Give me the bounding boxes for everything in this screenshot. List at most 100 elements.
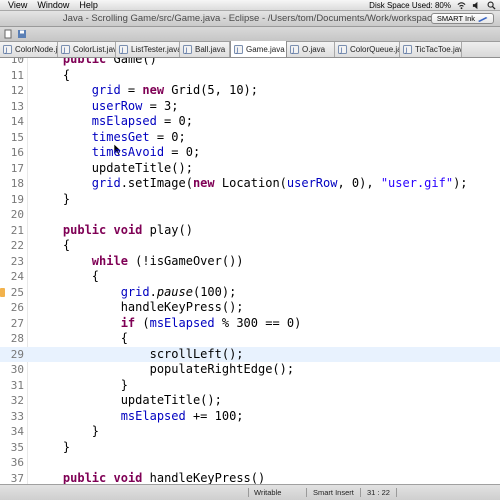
code-line[interactable]: 10 public Game()	[0, 58, 500, 68]
code-line[interactable]: 37 public void handleKeyPress()	[0, 471, 500, 485]
code-line[interactable]: 12 grid = new Grid(5, 10);	[0, 83, 500, 99]
code-token: updateTitle();	[34, 393, 222, 407]
line-number: 14	[10, 115, 24, 128]
tab-label: TicTacToe.java	[415, 45, 461, 54]
code-line[interactable]: 15 timesGet = 0;	[0, 130, 500, 146]
code-text: msElapsed = 0;	[34, 114, 193, 130]
code-token: {	[34, 269, 100, 283]
line-number: 32	[10, 394, 24, 407]
code-line[interactable]: 35 }	[0, 440, 500, 456]
wifi-icon[interactable]	[457, 1, 466, 10]
svg-text:J: J	[184, 46, 187, 54]
code-token: public	[62, 222, 107, 237]
code-line[interactable]: 21 public void play()	[0, 223, 500, 239]
code-line[interactable]: 11 {	[0, 68, 500, 84]
code-token: (100);	[192, 284, 237, 299]
code-line[interactable]: 18 grid.setImage(new Location(userRow, 0…	[0, 176, 500, 192]
tab-game[interactable]: JGame.java✕	[230, 41, 287, 57]
code-line[interactable]: 17 updateTitle();	[0, 161, 500, 177]
code-token: }	[34, 439, 71, 454]
java-file-icon: J	[403, 45, 412, 54]
code-token: {	[34, 331, 128, 345]
line-number: 37	[10, 471, 24, 485]
menu-view[interactable]: View	[0, 0, 32, 11]
code-line[interactable]: 30 populateRightEdge();	[0, 362, 500, 378]
code-text: }	[34, 378, 128, 394]
new-file-button[interactable]	[2, 29, 13, 40]
status-divider	[248, 488, 249, 497]
code-line[interactable]: 23 while (!isGameOver())	[0, 254, 500, 270]
svg-text:J: J	[235, 46, 238, 54]
line-number: 17	[10, 161, 24, 175]
code-line[interactable]: 29 scrollLeft();	[0, 346, 500, 363]
tab-colorlist[interactable]: J ColorList.java	[58, 42, 116, 57]
tab-o[interactable]: J O.java	[287, 42, 335, 57]
code-line[interactable]: 13 userRow = 3;	[0, 99, 500, 115]
tab-label: O.java	[302, 45, 326, 54]
line-number: 15	[10, 130, 24, 144]
code-text: msElapsed += 100;	[34, 409, 244, 425]
volume-icon[interactable]	[472, 1, 481, 10]
menu-tray: Disk Space Used: 80%	[369, 0, 500, 11]
code-line[interactable]: 34 }	[0, 424, 500, 440]
line-number: 30	[10, 363, 24, 376]
code-editor[interactable]: 10 public Game() 11 {12 grid = new Grid(5…	[0, 58, 500, 484]
line-number: 24	[10, 270, 24, 283]
code-line[interactable]: 14 msElapsed = 0;	[0, 114, 500, 130]
code-token: populateRightEdge();	[34, 362, 295, 376]
svg-text:J: J	[291, 46, 294, 54]
disk-space-indicator[interactable]: Disk Space Used: 80%	[369, 0, 451, 11]
code-line[interactable]: 22 {	[0, 238, 500, 254]
code-line[interactable]: 26 handleKeyPress();	[0, 300, 500, 316]
line-number: 13	[10, 99, 24, 113]
code-line[interactable]: 36	[0, 455, 500, 471]
java-file-icon: J	[183, 45, 192, 54]
code-token: timesAvoid	[91, 145, 165, 159]
code-line[interactable]: 27 if (msElapsed % 300 == 0)	[0, 316, 500, 332]
code-token: void	[113, 470, 143, 485]
code-line[interactable]: 19 }	[0, 192, 500, 208]
code-text: {	[34, 331, 128, 347]
tab-colorqueue[interactable]: J ColorQueue.java	[335, 42, 400, 57]
tab-label: ListTester.java	[131, 45, 180, 54]
java-file-icon: J	[234, 44, 243, 54]
code-token: }	[34, 377, 128, 392]
tab-colornode[interactable]: J ColorNode.java	[0, 42, 58, 57]
code-line[interactable]: 31 }	[0, 378, 500, 394]
code-line[interactable]: 16 timesAvoid = 0;	[0, 145, 500, 161]
code-text: while (!isGameOver())	[34, 254, 244, 270]
code-line[interactable]: 32 updateTitle();	[0, 393, 500, 409]
code-token: void	[113, 222, 143, 237]
code-token: Location(	[214, 176, 287, 190]
spotlight-icon[interactable]	[487, 1, 496, 10]
line-number: 36	[10, 456, 24, 469]
line-number: 21	[10, 223, 24, 237]
code-line[interactable]: 28 {	[0, 331, 500, 347]
code-text: public Game()	[34, 58, 157, 68]
tab-listtester[interactable]: J ListTester.java	[116, 42, 180, 57]
tab-label: Game.java	[246, 44, 285, 54]
code-text: scrollLeft();	[34, 347, 244, 363]
line-number: 25	[10, 285, 24, 299]
code-line[interactable]: 33 msElapsed += 100;	[0, 409, 500, 425]
line-number: 28	[10, 332, 24, 345]
status-divider	[306, 488, 307, 497]
tab-ball[interactable]: J Ball.java	[180, 42, 230, 57]
menu-help[interactable]: Help	[74, 0, 103, 11]
tab-tictactoe[interactable]: J TicTacToe.java	[400, 42, 462, 57]
line-number: 22	[10, 239, 24, 252]
code-line[interactable]: 20	[0, 207, 500, 223]
code-token: (	[135, 315, 150, 330]
smart-ink-button[interactable]: SMART Ink	[430, 13, 494, 24]
menu-window[interactable]: Window	[32, 0, 74, 11]
code-token: pause	[156, 284, 193, 299]
code-line[interactable]: 25 grid.pause(100);	[0, 285, 500, 301]
status-bar: Writable Smart Insert 31 : 22	[0, 484, 500, 500]
save-button[interactable]	[16, 29, 27, 40]
code-line[interactable]: 24 {	[0, 269, 500, 285]
tab-label: ColorQueue.java	[350, 45, 399, 54]
